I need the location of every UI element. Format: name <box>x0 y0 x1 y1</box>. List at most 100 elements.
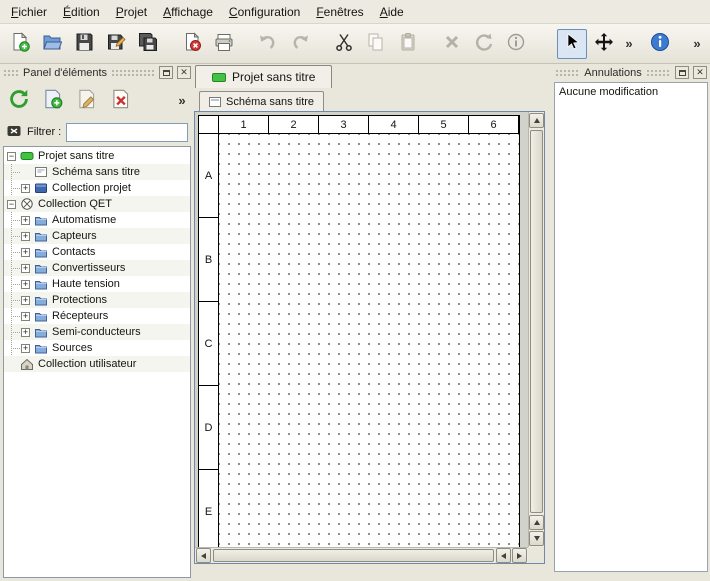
tree-item-recepteurs[interactable]: +Récepteurs <box>4 308 190 324</box>
expand-toggle[interactable]: + <box>21 296 30 305</box>
dock-float-button[interactable] <box>159 66 173 79</box>
vertical-scrollbar[interactable] <box>528 112 544 547</box>
menu-edition[interactable]: Édition <box>55 2 108 22</box>
schema-viewport[interactable]: 123456 ABCDE <box>195 112 528 547</box>
paste-icon <box>397 31 419 56</box>
collapse-toggle[interactable]: − <box>7 152 16 161</box>
clear-filter-icon[interactable] <box>6 123 22 142</box>
tree-item-label: Schéma sans titre <box>52 166 140 178</box>
scroll-up-button[interactable] <box>529 113 544 128</box>
floppy-icon <box>73 31 95 56</box>
tree-item-collection-projet[interactable]: + Collection projet <box>4 180 190 196</box>
dock-float-button[interactable] <box>675 66 689 79</box>
tree-item-label: Projet sans titre <box>38 150 114 162</box>
menu-configuration[interactable]: Configuration <box>221 2 308 22</box>
new-document-button[interactable] <box>5 29 35 59</box>
expand-toggle[interactable]: + <box>21 248 30 257</box>
save-all-button[interactable] <box>133 29 163 59</box>
info-blue-icon <box>649 31 671 56</box>
about-button[interactable] <box>645 29 675 59</box>
reload-collections-button[interactable] <box>4 85 34 115</box>
dock-grip[interactable] <box>555 68 580 77</box>
dock-close-button[interactable]: ✕ <box>693 66 707 79</box>
tree-item-collection-qet[interactable]: −Collection QET <box>4 196 190 212</box>
row-header-b: B <box>199 218 218 302</box>
tree-item-automatisme[interactable]: +Automatisme <box>4 212 190 228</box>
menu-fenetres[interactable]: Fenêtres <box>308 2 371 22</box>
edit-element-button[interactable] <box>72 85 102 115</box>
dock-grip[interactable] <box>3 68 19 77</box>
undo-list[interactable]: Aucune modification <box>554 82 708 572</box>
tree-item-label: Collection projet <box>52 182 131 194</box>
cut-button[interactable] <box>329 29 359 59</box>
pan-mode-button[interactable] <box>589 29 619 59</box>
tree-item-capteurs[interactable]: +Capteurs <box>4 228 190 244</box>
close-file-button[interactable] <box>177 29 207 59</box>
horizontal-scrollbar[interactable] <box>195 547 528 563</box>
undo-dock-titlebar[interactable]: Annulations ✕ <box>552 64 710 81</box>
scroll-up-button[interactable] <box>529 515 544 530</box>
menu-fichier[interactable]: Fichier <box>3 2 55 22</box>
tree-item-haute-tension[interactable]: +Haute tension <box>4 276 190 292</box>
copy-button[interactable] <box>361 29 391 59</box>
save-button[interactable] <box>69 29 99 59</box>
schema-grid[interactable] <box>219 134 519 547</box>
tools-overflow-button[interactable]: » <box>621 36 637 51</box>
redo-button[interactable] <box>285 29 315 59</box>
horizontal-scroll-thumb[interactable] <box>213 549 494 562</box>
menu-projet[interactable]: Projet <box>108 2 155 22</box>
paste-button[interactable] <box>393 29 423 59</box>
tab-schema[interactable]: Schéma sans titre <box>199 91 324 111</box>
open-project-button[interactable] <box>37 29 67 59</box>
expand-toggle[interactable]: + <box>21 232 30 241</box>
tree-item-semi-conducteurs[interactable]: +Semi-conducteurs <box>4 324 190 340</box>
tree-item-protections[interactable]: +Protections <box>4 292 190 308</box>
new-element-button[interactable] <box>38 85 68 115</box>
menu-aide[interactable]: Aide <box>372 2 412 22</box>
collapse-toggle[interactable]: − <box>7 200 16 209</box>
expand-toggle[interactable]: + <box>21 216 30 225</box>
scroll-right-button[interactable] <box>512 548 527 563</box>
delete-button[interactable] <box>437 29 467 59</box>
expand-toggle[interactable]: + <box>21 312 30 321</box>
select-mode-button[interactable] <box>557 29 587 59</box>
print-button[interactable] <box>209 29 239 59</box>
scroll-left-button[interactable] <box>496 548 511 563</box>
folder-icon <box>34 229 48 243</box>
delete-element-button[interactable] <box>106 85 136 115</box>
elements-panel-titlebar[interactable]: Panel d'éléments ✕ <box>0 64 194 81</box>
scroll-down-button[interactable] <box>529 531 544 546</box>
tab-project[interactable]: Projet sans titre <box>195 65 332 88</box>
schema-sheet[interactable]: 123456 ABCDE <box>198 115 520 547</box>
folder-icon <box>34 293 48 307</box>
panel-overflow-button[interactable]: » <box>174 93 190 108</box>
element-tree[interactable]: − Projet sans titre Schéma sans titre + Coll… <box>3 146 191 578</box>
tree-item-projet-sans-titre[interactable]: − Projet sans titre <box>4 148 190 164</box>
save-as-button[interactable] <box>101 29 131 59</box>
help-overflow-button[interactable]: » <box>689 36 705 51</box>
tree-item-convertisseurs[interactable]: +Convertisseurs <box>4 260 190 276</box>
menu-affichage[interactable]: Affichage <box>155 2 221 22</box>
information-button[interactable] <box>501 29 531 59</box>
vertical-scroll-thumb[interactable] <box>530 130 543 513</box>
row-header-c: C <box>199 302 218 386</box>
expand-toggle[interactable]: + <box>21 184 30 193</box>
redo-icon <box>289 31 311 56</box>
dock-grip[interactable] <box>111 68 155 77</box>
expand-toggle[interactable]: + <box>21 328 30 337</box>
dock-close-button[interactable]: ✕ <box>177 66 191 79</box>
filter-input[interactable] <box>66 123 188 142</box>
tree-item-collection-utilisateur[interactable]: Collection utilisateur <box>4 356 190 372</box>
copy-icon <box>365 31 387 56</box>
expand-toggle[interactable]: + <box>21 344 30 353</box>
tree-item-schema-sans-titre[interactable]: Schéma sans titre <box>4 164 190 180</box>
tree-item-contacts[interactable]: +Contacts <box>4 244 190 260</box>
dock-grip[interactable] <box>646 68 671 77</box>
expand-toggle[interactable]: + <box>21 280 30 289</box>
float-icon <box>163 70 170 76</box>
tree-item-sources[interactable]: +Sources <box>4 340 190 356</box>
expand-toggle[interactable]: + <box>21 264 30 273</box>
rotate-button[interactable] <box>469 29 499 59</box>
scroll-left-button[interactable] <box>196 548 211 563</box>
undo-button[interactable] <box>253 29 283 59</box>
